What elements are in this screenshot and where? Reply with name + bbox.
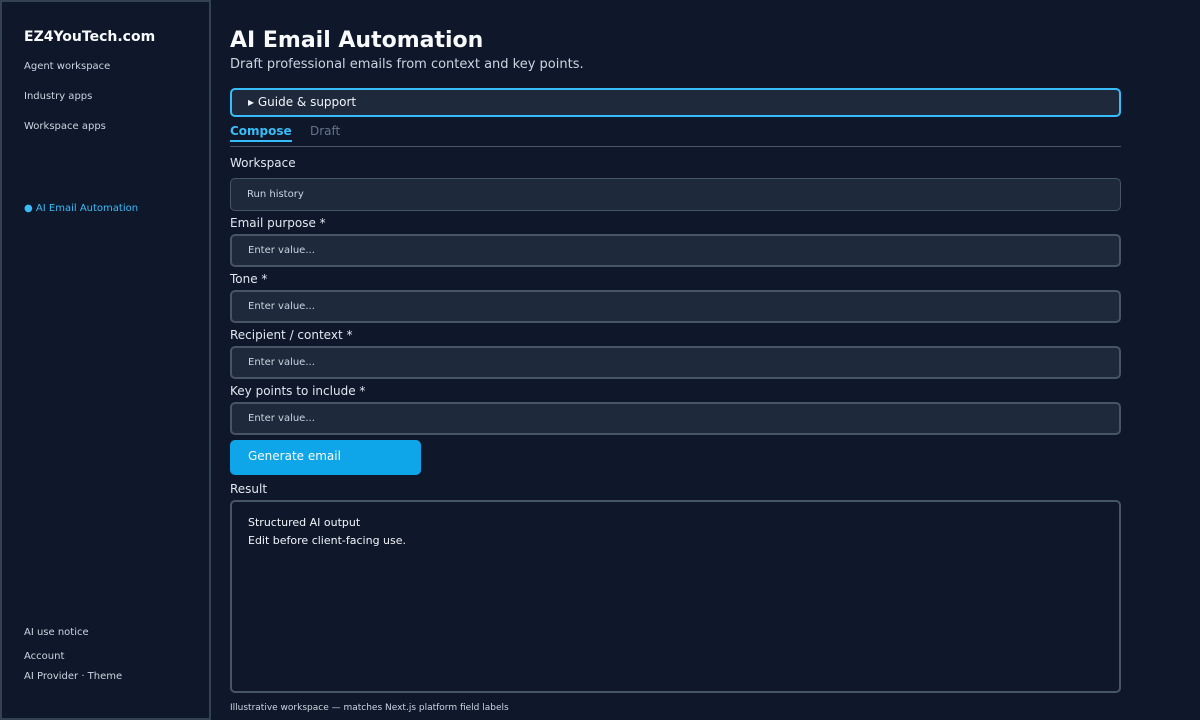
page-title: AI Email Automation xyxy=(230,28,484,53)
tone-input[interactable]: Enter value... xyxy=(230,290,1121,323)
generate-email-button[interactable]: Generate email xyxy=(230,440,421,475)
tab-bar: Compose Draft xyxy=(230,124,1121,147)
tab-compose[interactable]: Compose xyxy=(230,124,292,142)
result-line: Structured AI output xyxy=(248,516,361,529)
nav-ai-email-automation[interactable]: ● AI Email Automation xyxy=(24,203,138,214)
nav-active-label: AI Email Automation xyxy=(35,203,139,214)
workspace-select[interactable]: Run history xyxy=(230,178,1121,211)
nav-account[interactable]: Account xyxy=(24,651,64,662)
workspace-label: Workspace xyxy=(230,156,296,170)
recipient-context-input[interactable]: Enter value... xyxy=(230,346,1121,379)
active-dot-icon: ● xyxy=(24,203,33,214)
nav-industry-apps[interactable]: Industry apps xyxy=(24,91,92,102)
tab-draft[interactable]: Draft xyxy=(310,124,340,138)
footnote: Illustrative workspace — matches Next.js… xyxy=(230,703,509,713)
result-line: Edit before client-facing use. xyxy=(248,534,407,547)
nav-ai-provider-theme[interactable]: AI Provider · Theme xyxy=(24,671,122,682)
brand-logo[interactable]: EZ4YouTech.com xyxy=(24,29,155,45)
guide-support-toggle[interactable]: ▸ Guide & support xyxy=(230,88,1121,117)
nav-ai-use-notice[interactable]: AI use notice xyxy=(24,627,89,638)
email-purpose-input[interactable]: Enter value... xyxy=(230,234,1121,267)
key-points-input[interactable]: Enter value... xyxy=(230,402,1121,435)
nav-agent-workspace[interactable]: Agent workspace xyxy=(24,61,110,72)
page-subtitle: Draft professional emails from context a… xyxy=(230,57,584,72)
key-points-label: Key points to include * xyxy=(230,384,366,398)
nav-workspace-apps[interactable]: Workspace apps xyxy=(24,121,106,132)
tone-label: Tone * xyxy=(230,272,268,286)
result-output[interactable]: Structured AI output Edit before client-… xyxy=(230,500,1121,693)
recipient-context-label: Recipient / context * xyxy=(230,328,353,342)
sidebar: EZ4YouTech.com Agent workspace Industry … xyxy=(0,0,211,720)
email-purpose-label: Email purpose * xyxy=(230,216,326,230)
result-label: Result xyxy=(230,482,268,496)
